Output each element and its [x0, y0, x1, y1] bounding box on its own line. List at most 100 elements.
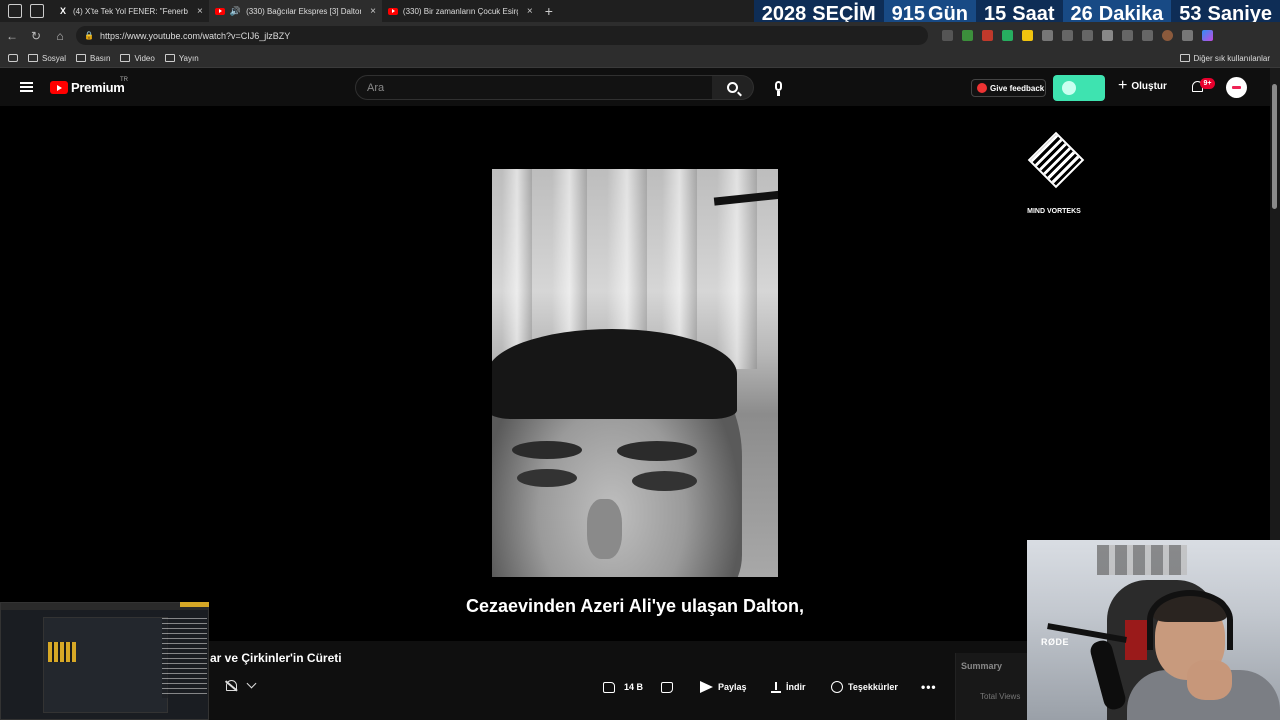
video-title: ar ve Çirkinler'in Cüreti	[210, 651, 342, 665]
dislike-button[interactable]	[661, 679, 673, 695]
share-icon	[700, 681, 713, 693]
extension-toggle-button[interactable]	[1053, 75, 1105, 101]
tab-actions-icon[interactable]	[30, 4, 44, 18]
extension-icon[interactable]	[1122, 30, 1133, 41]
tab-title: (330) Bir zamanların Çocuk Esirgeme	[402, 6, 518, 16]
notification-off-icon[interactable]	[226, 680, 237, 691]
extension-icon[interactable]	[982, 30, 993, 41]
youtube-icon	[214, 7, 225, 15]
home-icon[interactable]: ⌂	[48, 29, 72, 43]
like-button[interactable]: 14 B	[603, 679, 643, 695]
browser-tab-3[interactable]: (330) Bir zamanların Çocuk Esirgeme ×	[382, 0, 539, 22]
favorites-icon[interactable]	[1102, 30, 1113, 41]
browser-tab-1[interactable]: X (4) X'te Tek Yol FENER: "Fenerbahçe ×	[52, 0, 209, 22]
like-count: 14 B	[624, 682, 644, 692]
bookmark-label: Diğer sık kullanılanlar	[1193, 53, 1270, 63]
menu-icon[interactable]	[20, 82, 33, 92]
share-button[interactable]: Paylaş	[700, 679, 747, 695]
search-button[interactable]	[712, 75, 754, 100]
extension-icon[interactable]	[1142, 30, 1153, 41]
extension-icon[interactable]	[962, 30, 973, 41]
download-label: İndir	[786, 682, 806, 692]
more-icon[interactable]	[1182, 30, 1193, 41]
close-icon[interactable]: ×	[370, 6, 376, 17]
youtube-icon	[387, 7, 398, 15]
search-input[interactable]	[356, 76, 686, 99]
bookmarks-bar: Sosyal Basın Video Yayın Diğer sık kulla…	[0, 49, 1280, 68]
person-eye	[632, 471, 697, 491]
streamer-hand	[1187, 660, 1232, 700]
scrollbar-thumb[interactable]	[1272, 84, 1277, 209]
new-tab-button[interactable]: +	[545, 3, 553, 19]
more-actions-button[interactable]: •••	[921, 680, 937, 694]
lock-icon[interactable]: 🔒	[84, 31, 94, 40]
person-eye	[517, 469, 577, 487]
search-box[interactable]	[355, 75, 713, 100]
extension-icon[interactable]	[942, 30, 953, 41]
bookmark-folder-sosyal[interactable]: Sosyal	[28, 54, 66, 63]
bookmark-folder-video[interactable]: Video	[120, 53, 155, 63]
give-feedback-button[interactable]: Give feedback	[971, 79, 1046, 97]
tab-title: (4) X'te Tek Yol FENER: "Fenerbahçe	[73, 6, 188, 16]
channel-watermark[interactable]: MIND VORTEKS	[1024, 131, 1085, 215]
extension-icon[interactable]	[1062, 30, 1073, 41]
extension-icon[interactable]	[1022, 30, 1033, 41]
close-icon[interactable]: ×	[197, 6, 203, 17]
person-brow	[617, 441, 697, 461]
search-icon	[727, 82, 738, 93]
microphone-stand	[777, 91, 780, 96]
back-icon[interactable]: ←	[0, 29, 24, 43]
region-code: TR	[120, 77, 128, 83]
headphones	[1147, 590, 1233, 650]
refresh-icon[interactable]: ↻	[24, 29, 48, 43]
extension-icon[interactable]	[1002, 30, 1013, 41]
summary-label: Summary	[961, 661, 1003, 671]
folder-icon	[164, 54, 175, 62]
browser-tab-2[interactable]: 🔊 (330) Bağcılar Ekspres [3] Dalton ×	[208, 0, 382, 22]
youtube-premium-label[interactable]: Premium	[71, 80, 125, 95]
bookmark-label: Video	[134, 53, 155, 63]
account-avatar[interactable]	[1226, 77, 1247, 98]
bookmark-folder-yayin[interactable]: Yayın	[164, 53, 199, 63]
video-subtitle: Cezaevinden Azeri Ali'ye ulaşan Dalton,	[465, 596, 805, 616]
speaker-icon[interactable]: 🔊	[230, 6, 241, 17]
background-shelf	[1097, 545, 1187, 575]
folder-icon	[28, 54, 38, 62]
total-views-label: Total Views	[980, 692, 1021, 701]
microphone-icon[interactable]	[775, 81, 782, 91]
bookmark-folder-basin[interactable]: Basın	[76, 54, 110, 63]
feedback-icon	[977, 83, 987, 93]
thanks-button[interactable]: Teşekkürler	[831, 679, 898, 695]
thumbs-down-icon	[661, 681, 673, 693]
thanks-label: Teşekkürler	[848, 682, 898, 692]
capture-titlebar	[1, 603, 208, 610]
workspaces-icon[interactable]	[8, 4, 22, 18]
download-button[interactable]: İndir	[771, 679, 806, 695]
share-label: Paylaş	[718, 682, 747, 692]
profile-avatar-icon[interactable]	[1162, 30, 1173, 41]
curtain-fold	[502, 169, 532, 369]
person-brow	[512, 441, 582, 459]
bookmark-label: Yayın	[178, 53, 199, 63]
other-bookmarks[interactable]: Diğer sık kullanılanlar	[1179, 53, 1270, 63]
bookmark-manager-icon[interactable]	[8, 54, 18, 62]
copilot-icon[interactable]	[1202, 30, 1213, 41]
download-icon	[771, 681, 781, 693]
tab-title: (330) Bağcılar Ekspres [3] Dalton	[246, 6, 362, 16]
create-button[interactable]: + Oluştur	[1118, 78, 1167, 94]
notification-badge: 9+	[1200, 78, 1215, 89]
webcam-overlay: RØDE	[1027, 540, 1280, 720]
url-field[interactable]: 🔒 https://www.youtube.com/watch?v=CIJ6_j…	[76, 26, 928, 45]
video-frame-image	[492, 169, 778, 577]
mic-brand-label: RØDE	[1041, 637, 1070, 647]
capture-menu-list	[162, 618, 207, 698]
thanks-icon	[831, 681, 843, 693]
extension-icon[interactable]	[1082, 30, 1093, 41]
channel-logo-icon	[1027, 131, 1085, 189]
x-icon: X	[59, 6, 66, 16]
youtube-logo-icon[interactable]	[50, 81, 68, 94]
close-icon[interactable]: ×	[527, 6, 533, 17]
person-hair	[492, 329, 737, 419]
extension-icon[interactable]	[1042, 30, 1053, 41]
person-nose	[587, 499, 622, 559]
